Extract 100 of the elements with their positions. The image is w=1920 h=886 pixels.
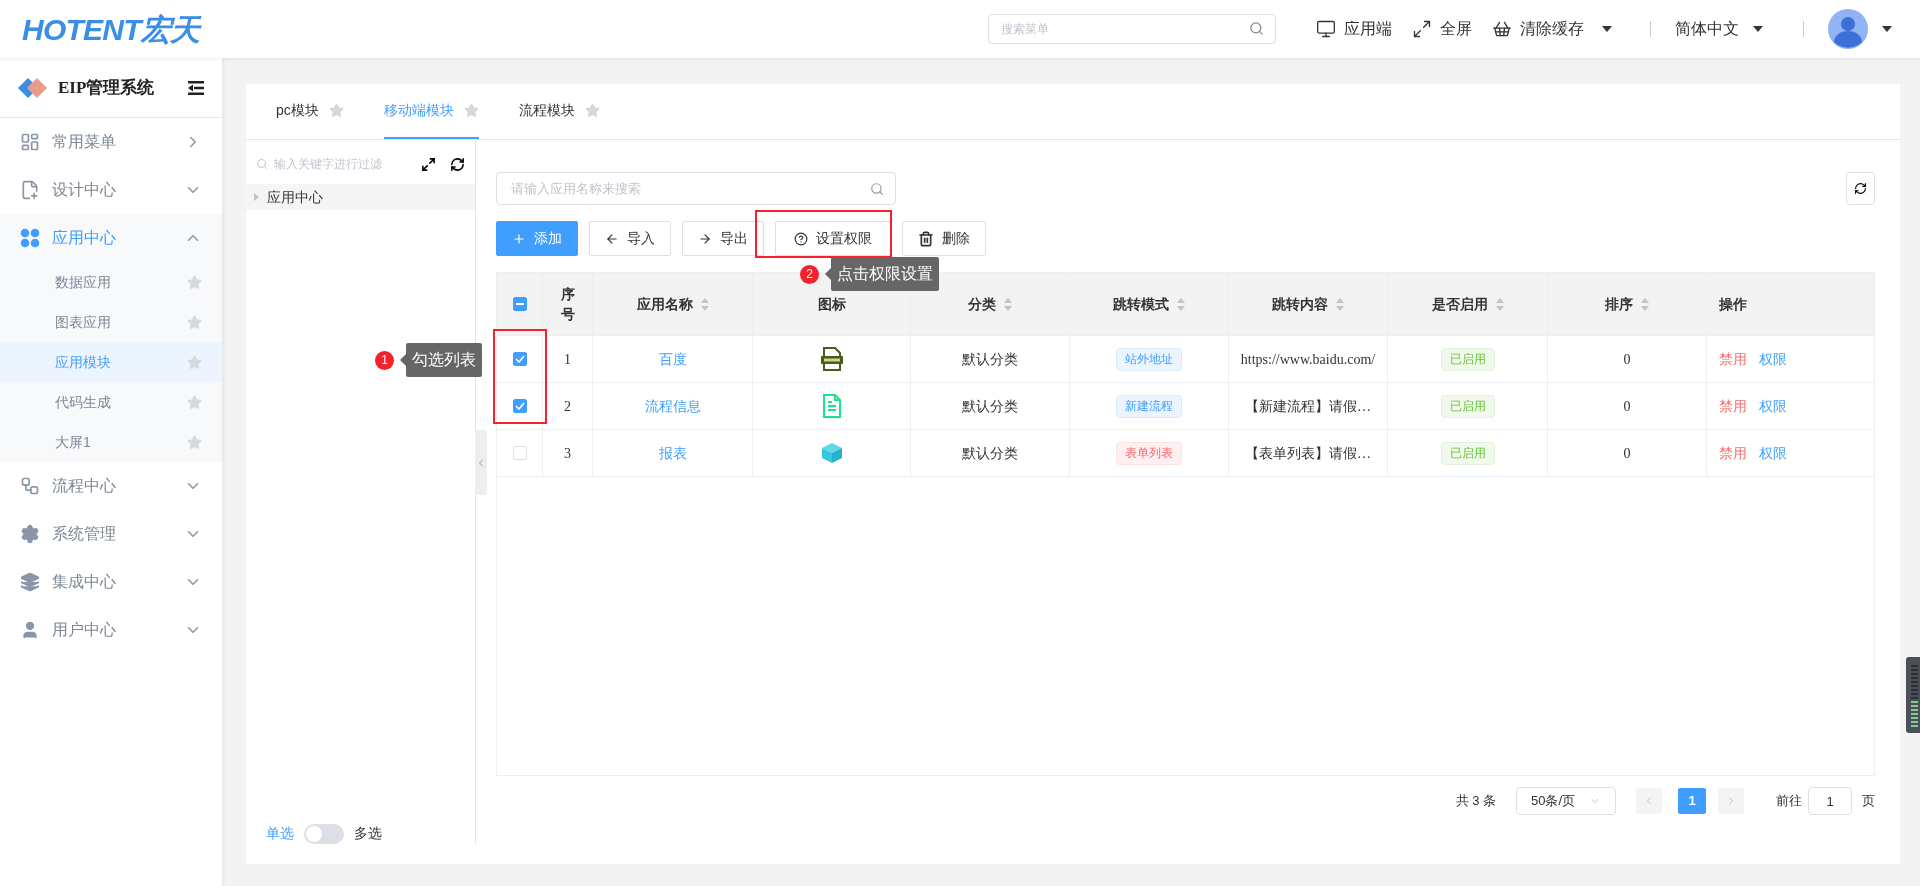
logo: HOTENT宏天	[22, 11, 200, 48]
column-header[interactable]: 序号	[543, 273, 593, 335]
sort-icon[interactable]	[1641, 297, 1649, 311]
meter-widget-icon	[1906, 657, 1920, 733]
star-icon[interactable]	[187, 354, 202, 370]
checkbox[interactable]	[512, 352, 527, 366]
star-icon[interactable]	[187, 394, 202, 410]
trash-icon	[918, 230, 934, 247]
action-link[interactable]: 禁用	[1719, 442, 1747, 464]
sort-icon[interactable]	[1177, 297, 1185, 311]
mode-tag: 站外地址	[1116, 347, 1182, 371]
column-header[interactable]: 跳转内容	[1229, 273, 1388, 335]
column-header[interactable]: 跳转模式	[1070, 273, 1229, 335]
refresh-button[interactable]	[1846, 172, 1875, 205]
star-icon[interactable]	[328, 103, 344, 118]
action-link[interactable]: 权限	[1759, 442, 1787, 464]
search-field[interactable]: 请输入应用名称来搜索	[496, 172, 896, 205]
mode-switch[interactable]	[304, 823, 344, 844]
sidebar-item[interactable]: 用户中心	[0, 606, 222, 654]
module-tab[interactable]: 流程模块	[518, 84, 600, 139]
table-cell-text: 【表单列表】请假…	[1245, 444, 1371, 463]
collapse-menu-icon[interactable]	[188, 80, 204, 95]
caret-down-icon	[1753, 26, 1763, 32]
header-action[interactable]: 应用端	[1316, 17, 1392, 41]
toolbar-button[interactable]: 导入	[589, 221, 671, 256]
checkbox[interactable]	[512, 297, 527, 311]
html-file-icon	[820, 347, 843, 371]
toolbar-button[interactable]: 导出	[682, 221, 764, 256]
table-cell-text: 0	[1623, 444, 1631, 463]
module-tab[interactable]: 移动端模块	[383, 84, 479, 139]
search-icon	[256, 158, 268, 170]
tree-node[interactable]: 应用中心	[246, 184, 475, 210]
column-header[interactable]: 排序	[1548, 273, 1707, 335]
star-icon[interactable]	[187, 314, 202, 330]
next-page-button[interactable]	[1718, 788, 1744, 814]
tooltip: 勾选列表	[406, 343, 482, 377]
caret-down-icon	[1602, 26, 1612, 32]
action-link[interactable]: 禁用	[1719, 395, 1747, 417]
toolbar-button[interactable]: 删除	[902, 221, 986, 256]
toolbar-button[interactable]: 添加	[496, 221, 578, 256]
table-cell-text: https://www.baidu.com/	[1240, 350, 1376, 369]
column-header[interactable]: 应用名称	[593, 273, 753, 335]
star-icon[interactable]	[463, 103, 479, 118]
sidebar-subitem[interactable]: 数据应用	[0, 262, 222, 302]
tree-filter-field[interactable]: 输入关键字进行过滤	[274, 155, 415, 173]
action-link[interactable]: 禁用	[1719, 348, 1747, 370]
action-link[interactable]: 权限	[1759, 348, 1787, 370]
table-cell-text: 0	[1623, 397, 1631, 416]
mode-tag: 新建流程	[1116, 394, 1182, 418]
avatar[interactable]	[1828, 9, 1868, 49]
expand-icon[interactable]	[421, 156, 436, 172]
table-cell-text: 默认分类	[962, 396, 1018, 416]
column-header[interactable]: 操作	[1707, 273, 1874, 335]
prev-page-button[interactable]	[1636, 788, 1662, 814]
sort-icon[interactable]	[1004, 297, 1012, 311]
tooltip: 点击权限设置	[831, 257, 939, 291]
sidebar-subitem[interactable]: 大屏1	[0, 422, 222, 462]
goto-label: 前往	[1776, 792, 1802, 811]
search-field[interactable]: 搜索菜单	[988, 14, 1276, 44]
sidebar-item[interactable]: 常用菜单	[0, 118, 222, 166]
checkbox[interactable]	[512, 399, 527, 413]
multi-select-label: 多选	[354, 824, 382, 843]
sidebar-item[interactable]: 系统管理	[0, 510, 222, 558]
sidebar-subitem[interactable]: 图表应用	[0, 302, 222, 342]
sidebar-item[interactable]: 设计中心	[0, 166, 222, 214]
language-dropdown[interactable]: 简体中文	[1675, 17, 1763, 41]
collapse-handle[interactable]	[475, 430, 487, 495]
header-action[interactable]: 全屏	[1412, 17, 1472, 41]
module-tab[interactable]: pc模块	[276, 84, 344, 139]
layers-icon	[20, 572, 40, 592]
sort-icon[interactable]	[700, 297, 709, 311]
page-size-select[interactable]: 50条/页	[1516, 787, 1616, 815]
app-name-link[interactable]: 流程信息	[644, 395, 701, 417]
status-tag: 已启用	[1440, 347, 1495, 371]
monitor-icon	[1316, 19, 1336, 39]
column-header[interactable]: 是否启用	[1388, 273, 1548, 335]
sort-icon[interactable]	[1495, 297, 1504, 311]
workflow-icon	[20, 476, 40, 496]
search-icon	[1249, 21, 1264, 36]
app-name-link[interactable]: 百度	[658, 348, 687, 370]
header-action[interactable]: 清除缓存	[1492, 17, 1612, 41]
sidebar-item[interactable]: 集成中心	[0, 558, 222, 606]
toolbar-button[interactable]: 设置权限	[775, 221, 891, 256]
system-title: EIP管理系统	[58, 76, 155, 99]
star-icon[interactable]	[187, 434, 202, 450]
sidebar-subitem[interactable]: 应用模块	[0, 342, 222, 382]
sidebar-item[interactable]: 流程中心	[0, 462, 222, 510]
action-link[interactable]: 权限	[1759, 395, 1787, 417]
page-button[interactable]: 1	[1678, 788, 1706, 814]
sidebar-item[interactable]: 应用中心	[0, 214, 222, 262]
sort-icon[interactable]	[1336, 297, 1344, 311]
app-name-link[interactable]: 报表	[658, 442, 687, 464]
refresh-icon[interactable]	[450, 156, 465, 172]
star-icon[interactable]	[187, 274, 202, 290]
star-icon[interactable]	[584, 103, 600, 118]
page-input[interactable]: 1	[1808, 787, 1852, 815]
caret-down-icon	[1882, 26, 1892, 32]
table-cell-text: 3	[564, 444, 571, 463]
basket-icon	[1492, 19, 1512, 39]
sidebar-subitem[interactable]: 代码生成	[0, 382, 222, 422]
